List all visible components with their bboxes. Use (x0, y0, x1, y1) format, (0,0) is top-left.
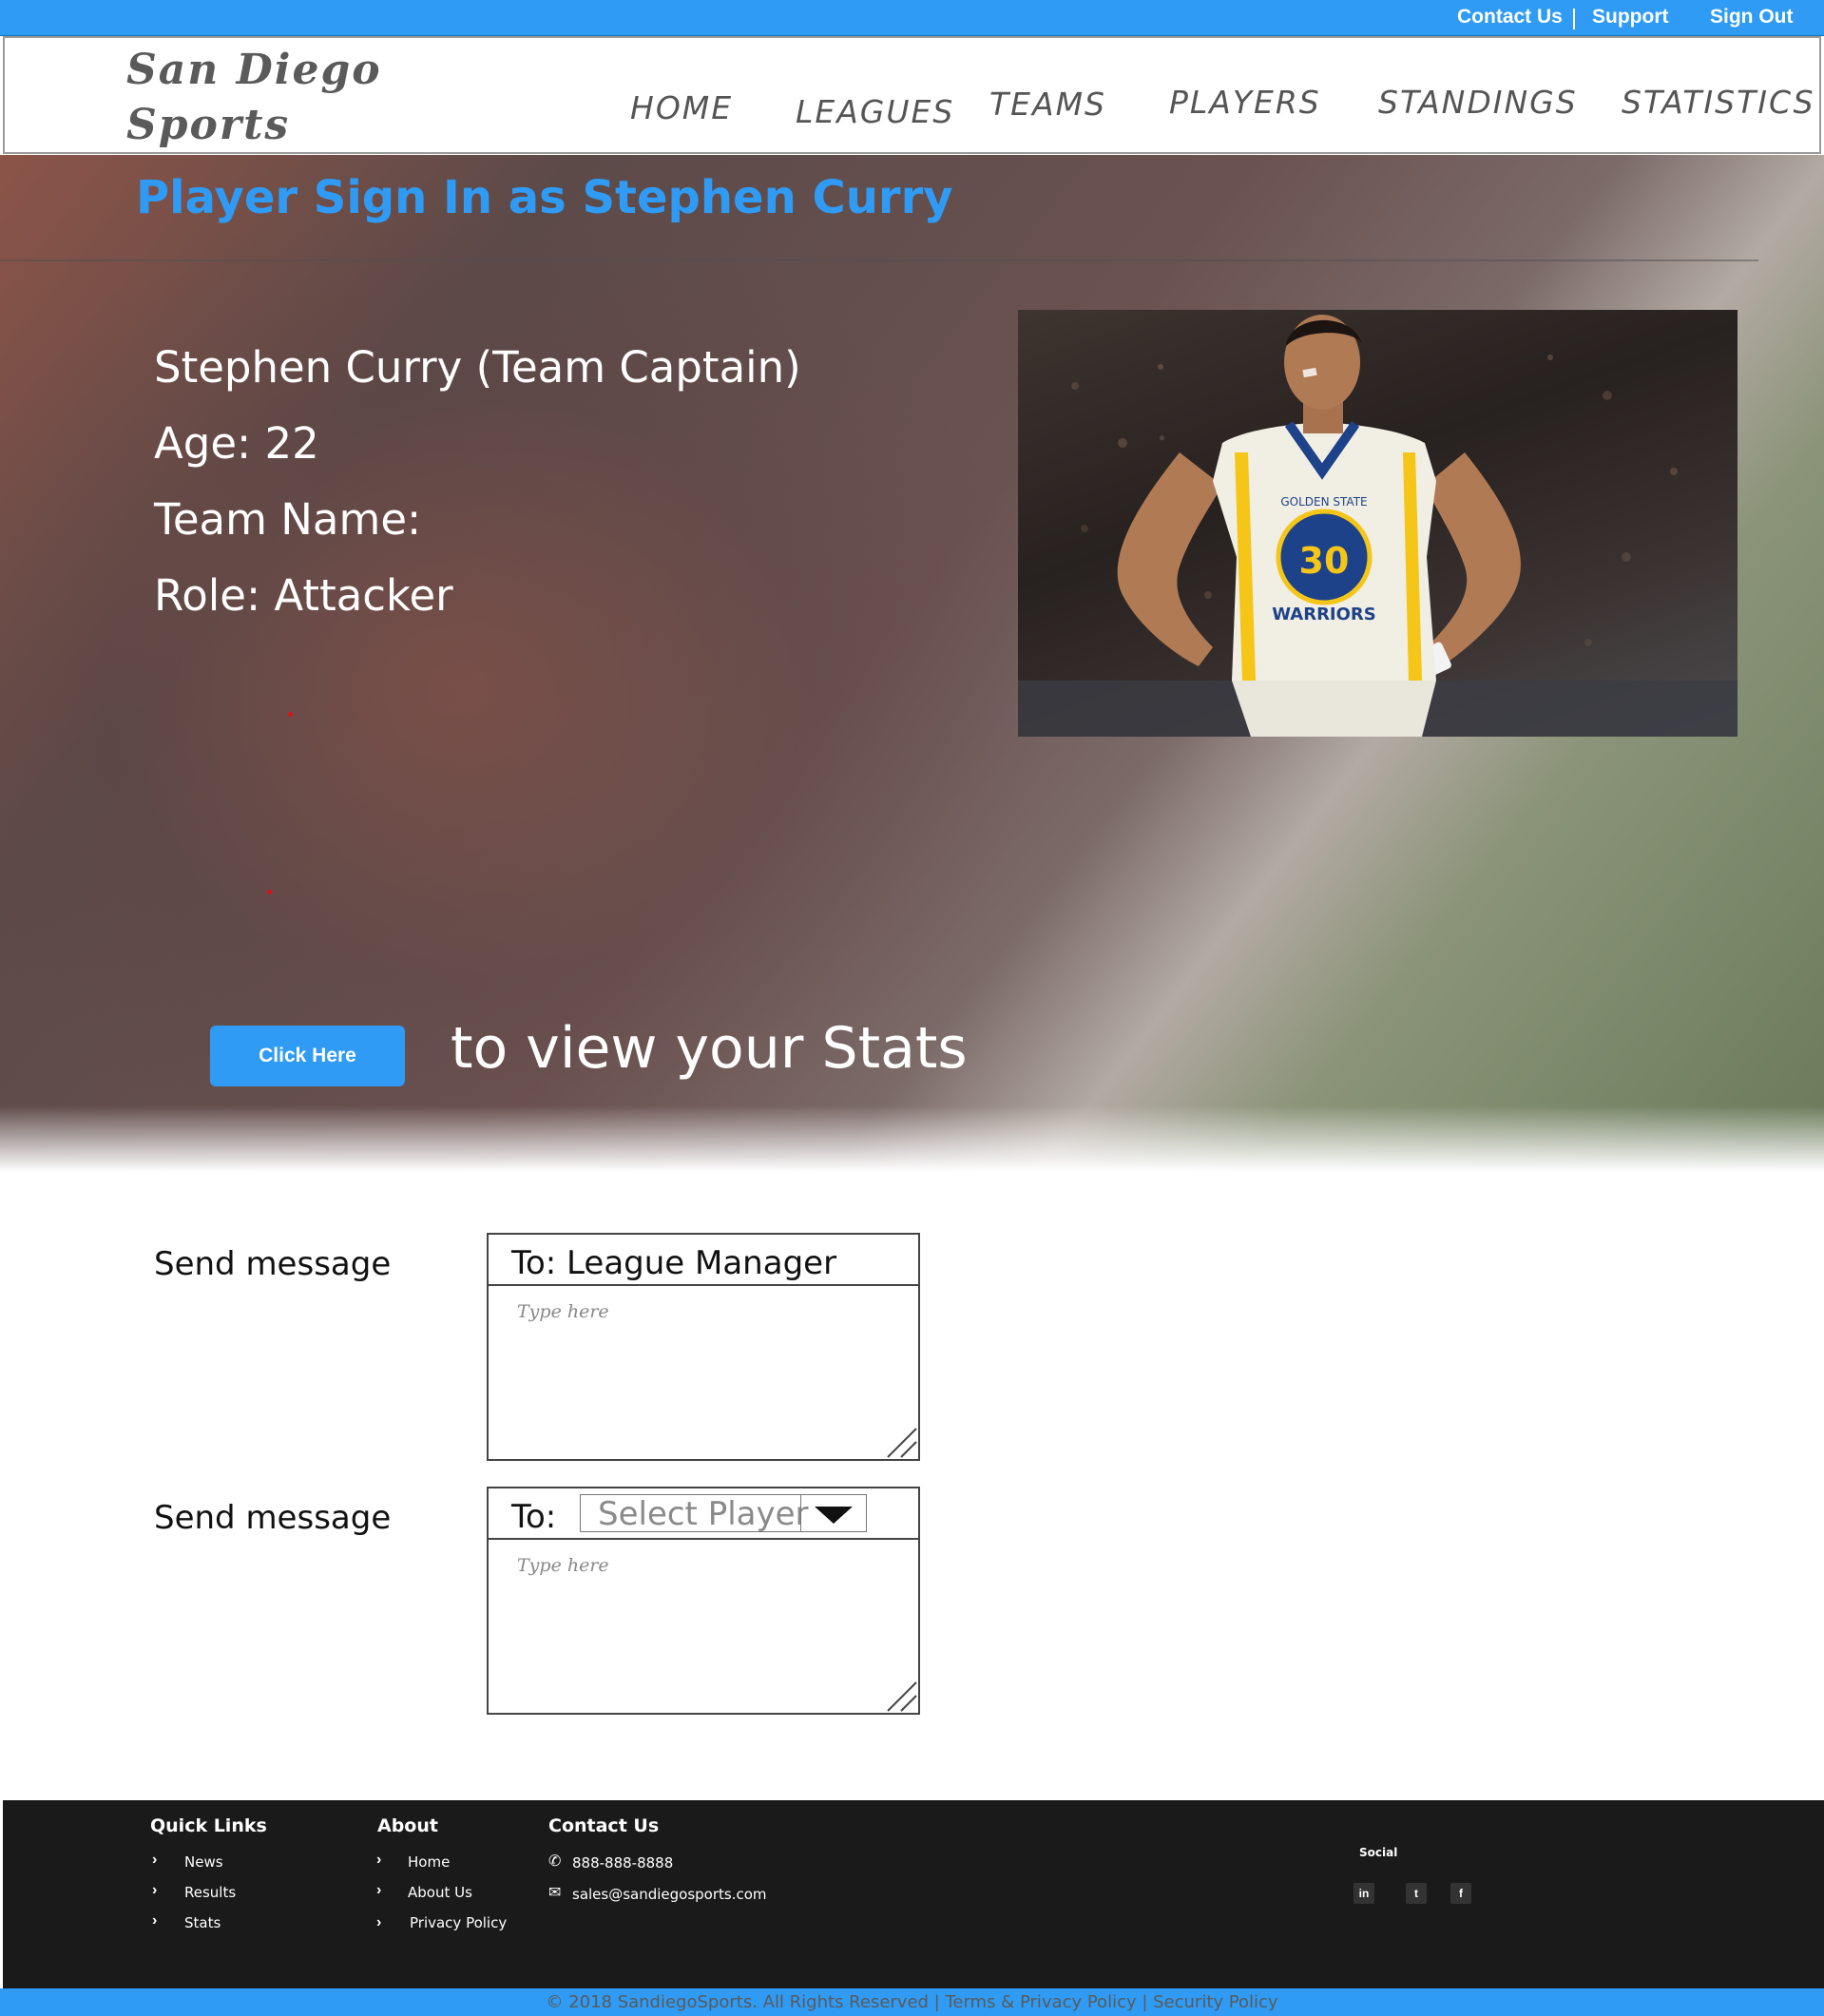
player-age: Age: 22 (154, 418, 319, 469)
select-player-value: Select Player (598, 1495, 809, 1533)
message-recipient-row: To: League Manager (489, 1235, 918, 1286)
message-textarea[interactable] (490, 1288, 916, 1457)
footer-email[interactable]: sales@sandiegosports.com (572, 1886, 767, 1903)
site-logo-line-2[interactable]: Sports (126, 101, 290, 149)
message-textarea[interactable] (490, 1542, 916, 1711)
footer-about-heading: About (377, 1815, 438, 1836)
footer-link-privacy-policy[interactable]: Privacy Policy (410, 1914, 507, 1931)
nav-players[interactable]: PLAYERS (1169, 84, 1321, 121)
chevron-right-icon: › (376, 1914, 382, 1930)
footer-link-stats[interactable]: Stats (184, 1914, 221, 1931)
footer-link-results[interactable]: Results (184, 1884, 236, 1901)
nav-home[interactable]: HOME (630, 89, 733, 126)
recipient-label: To: League Manager (511, 1244, 837, 1282)
site-logo-line-1[interactable]: San Diego (126, 46, 382, 94)
chevron-right-icon: › (152, 1852, 158, 1868)
twitter-icon[interactable]: t (1406, 1883, 1427, 1904)
sign-out-link[interactable]: Sign Out (1710, 6, 1794, 29)
resize-grip-icon[interactable] (884, 1425, 918, 1459)
jersey-team-text: WARRIORS (1272, 605, 1376, 624)
facebook-icon[interactable]: f (1450, 1883, 1471, 1904)
player-team-name: Team Name: (154, 494, 422, 545)
site-footer (3, 1800, 1824, 1988)
page-title: Player Sign In as Stephen Curry (136, 171, 953, 224)
message-form-player: To: Select Player (487, 1487, 920, 1715)
resize-grip-icon[interactable] (884, 1679, 918, 1713)
footer-link-about-us[interactable]: About Us (408, 1884, 472, 1901)
support-link[interactable]: Support (1592, 6, 1668, 29)
nav-statistics[interactable]: STATISTICS (1622, 84, 1815, 121)
topbar-separator (1573, 9, 1575, 29)
footer-link-news[interactable]: News (184, 1853, 223, 1871)
footer-quick-links-heading: Quick Links (150, 1815, 267, 1836)
nav-standings[interactable]: STANDINGS (1378, 84, 1578, 121)
player-role: Role: Attacker (154, 570, 453, 621)
contact-us-link[interactable]: Contact Us (1457, 6, 1563, 29)
jersey-number: 30 (1299, 540, 1350, 582)
dropdown-divider (800, 1495, 801, 1531)
player-illustration: 30 GOLDEN STATE WARRIORS (1018, 315, 1738, 737)
top-utility-bar: Contact Us Support Sign Out (0, 0, 1824, 36)
chevron-right-icon: › (376, 1852, 382, 1868)
message-form-league-manager: To: League Manager (487, 1233, 920, 1461)
chevron-down-icon[interactable] (815, 1507, 853, 1524)
chevron-right-icon: › (152, 1912, 158, 1929)
send-message-label: Send message (154, 1245, 392, 1283)
view-stats-button[interactable]: Click Here (210, 1026, 405, 1086)
message-recipient-row: To: Select Player (489, 1488, 918, 1540)
nav-teams[interactable]: TEAMS (989, 86, 1106, 123)
send-message-label: Send message (154, 1499, 392, 1537)
title-divider (0, 259, 1758, 261)
footer-social-heading: Social (1359, 1846, 1398, 1859)
footer-contact-heading: Contact Us (548, 1815, 660, 1836)
player-name: Stephen Curry (Team Captain) (154, 342, 801, 393)
jersey-text: GOLDEN STATE (1280, 495, 1367, 509)
copyright-text: © 2018 SandiegoSports. All Rights Reserv… (546, 1992, 1278, 2012)
site-header: San Diego Sports HOME LEAGUES TEAMS PLAY… (3, 36, 1821, 154)
linkedin-icon[interactable]: in (1354, 1883, 1374, 1904)
view-stats-caption: to view your Stats (451, 1015, 968, 1082)
mail-icon: ✉ (548, 1885, 562, 1901)
footer-link-home[interactable]: Home (408, 1853, 450, 1871)
player-photo: 30 GOLDEN STATE WARRIORS (1018, 310, 1738, 737)
nav-leagues[interactable]: LEAGUES (796, 93, 954, 130)
phone-icon: ✆ (548, 1853, 562, 1870)
recipient-label: To: (511, 1498, 557, 1536)
marker-dot (288, 712, 293, 717)
footer-phone: 888-888-8888 (572, 1854, 674, 1872)
marker-dot (267, 890, 272, 894)
chevron-right-icon: › (376, 1882, 382, 1898)
chevron-right-icon: › (152, 1882, 158, 1898)
select-player-dropdown[interactable]: Select Player (580, 1494, 867, 1533)
